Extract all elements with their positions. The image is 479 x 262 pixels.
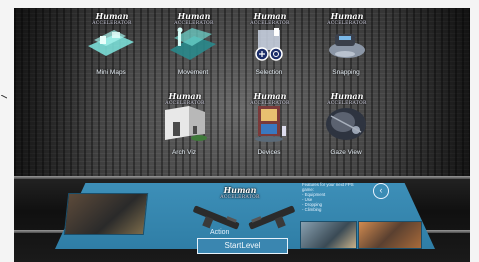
- human-accelerator-logo: Human ACCELERATOR: [250, 11, 290, 26]
- tile-label: Arch Viz: [171, 149, 197, 156]
- human-accelerator-logo: Human ACCELERATOR: [327, 11, 367, 26]
- tile-devices[interactable]: Human ACCELERATOR Devices: [236, 92, 302, 156]
- tile-label: Mini Maps: [96, 69, 126, 76]
- tile-arch-viz[interactable]: Human ACCELERATOR Arch Viz: [151, 92, 217, 156]
- weapons-illustration: [193, 205, 295, 230]
- human-accelerator-logo: Human ACCELERATOR: [165, 91, 205, 106]
- tile-label: Devices: [257, 149, 281, 156]
- human-accelerator-logo: Human ACCELERATOR: [250, 91, 290, 106]
- tile-label: Gaze View: [330, 149, 362, 156]
- tile-snapping[interactable]: Human ACCELERATOR Snapping: [313, 12, 379, 76]
- back-button[interactable]: ‹: [373, 183, 389, 199]
- human-accelerator-logo: Human ACCELERATOR: [174, 11, 214, 26]
- human-accelerator-logo: Human ACCELERATOR: [327, 91, 367, 106]
- upper-rail: [14, 176, 470, 179]
- human-accelerator-logo: Human ACCELERATOR: [92, 11, 132, 26]
- chevron-left-icon: ‹: [379, 185, 383, 195]
- tile-label: Selection: [255, 69, 283, 76]
- tile-label: Snapping: [332, 69, 360, 76]
- action-title: Action: [210, 229, 230, 236]
- tile-movement[interactable]: Human ACCELERATOR Movement: [160, 12, 226, 76]
- tile-selection[interactable]: Human ACCELERATOR Selection: [236, 12, 302, 76]
- action-screenshot-left: [63, 193, 149, 235]
- action-screenshot-right-2: [358, 221, 422, 249]
- tile-gaze-view[interactable]: Human ACCELERATOR Gaze View: [313, 92, 379, 156]
- feature-description: Features for your next FPS game: - Equip…: [302, 182, 354, 212]
- tile-mini-maps[interactable]: Human ACCELERATOR Mini Maps: [78, 12, 144, 76]
- tile-label: Movement: [177, 69, 209, 76]
- action-screenshot-right-1: [300, 221, 357, 249]
- cursor-mark: [1, 95, 7, 99]
- start-level-button[interactable]: StartLevel: [197, 238, 288, 254]
